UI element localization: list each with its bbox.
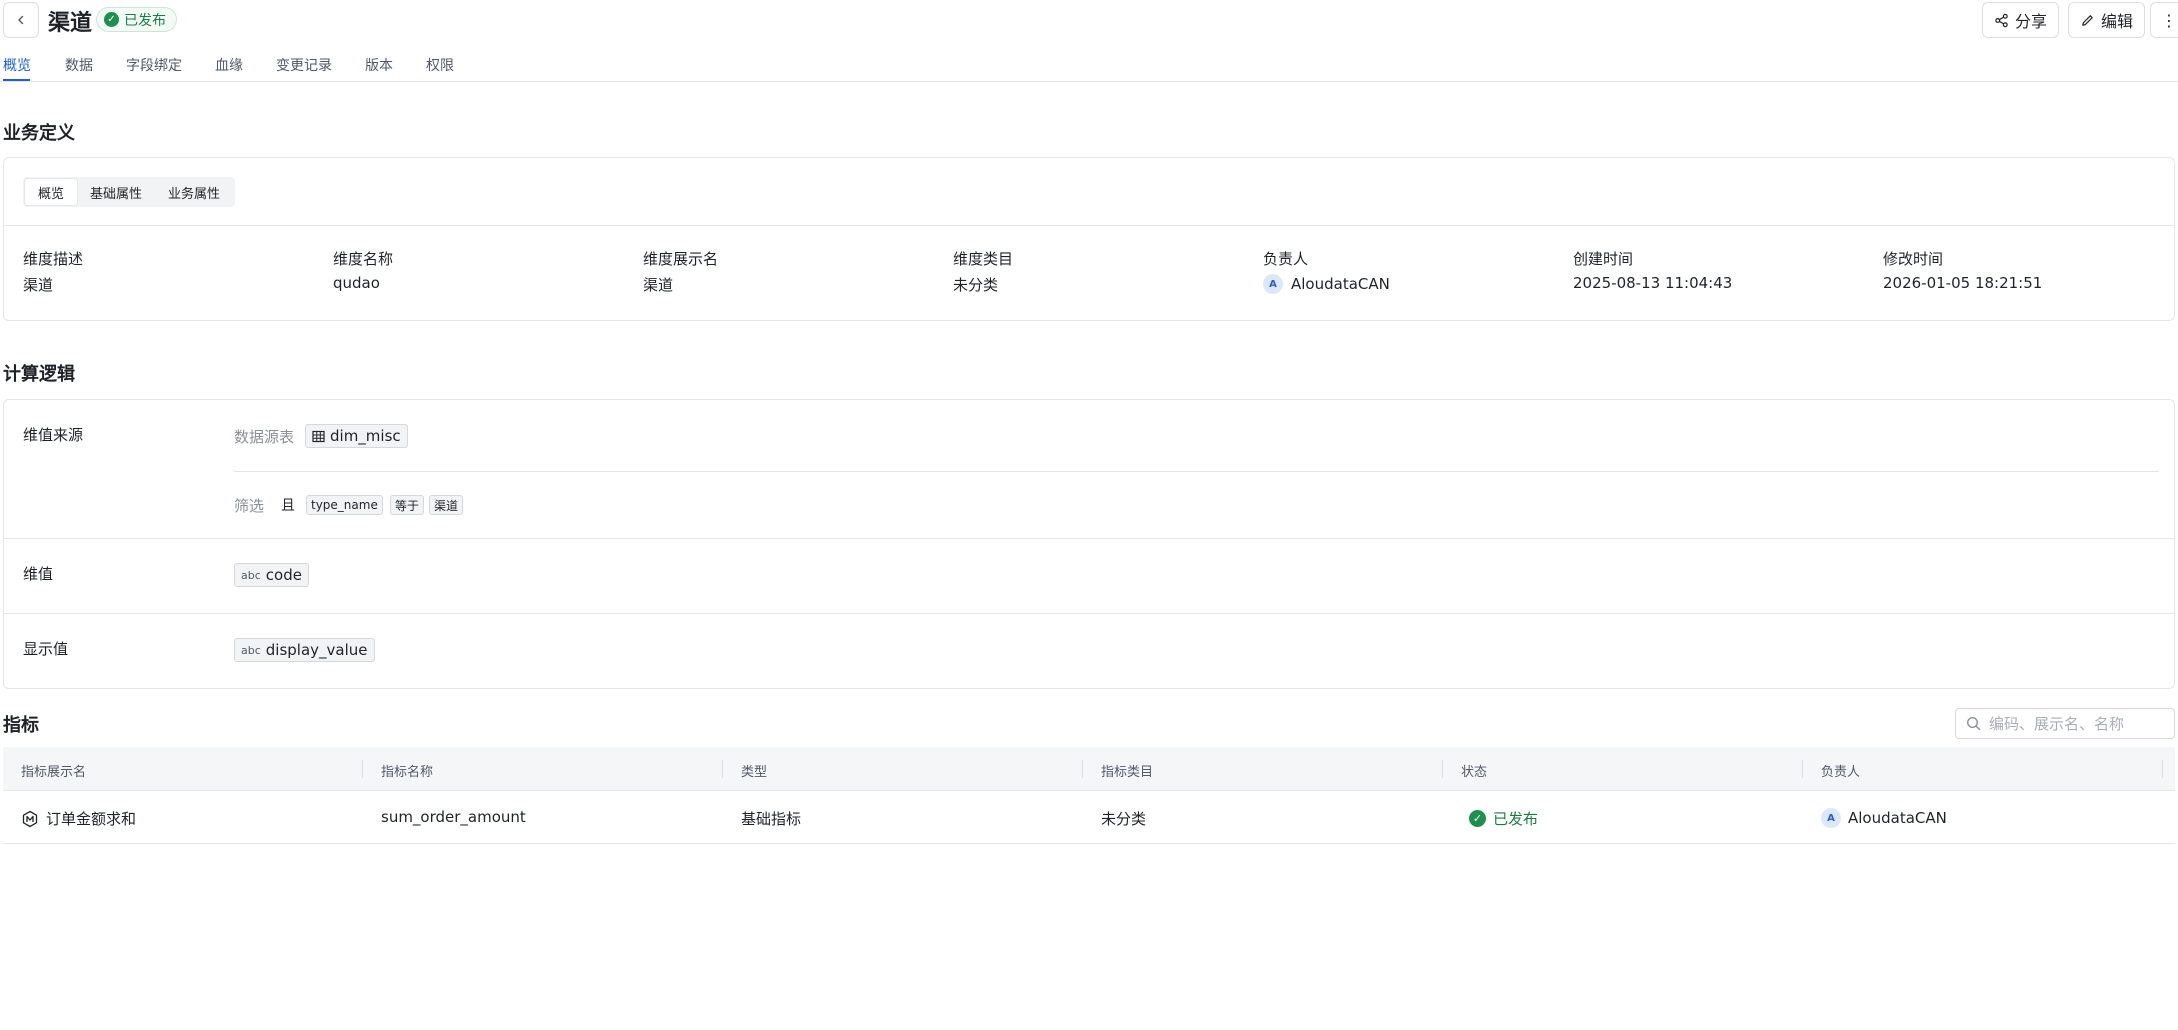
back-button[interactable] (3, 2, 39, 38)
tab-field-binding[interactable]: 字段绑定 (126, 55, 182, 75)
avatar: A (1263, 274, 1283, 294)
string-type-icon: abc (241, 568, 261, 582)
tab-versions[interactable]: 版本 (365, 55, 393, 75)
source-table-chip[interactable]: dim_misc (305, 424, 408, 448)
filter-field-chip[interactable]: type_name (306, 495, 383, 515)
column-resizer[interactable] (2162, 760, 2163, 778)
card-divider (4, 225, 2174, 226)
source-table-name: dim_misc (330, 427, 401, 445)
display-field-name: display_value (265, 641, 368, 659)
column-header[interactable]: 指标类目 (1101, 761, 1153, 780)
check-circle-icon: ✓ (1469, 810, 1486, 827)
more-vertical-icon: ⋮ (2161, 10, 2177, 30)
tab-overview[interactable]: 概览 (3, 55, 31, 75)
metric-name: sum_order_amount (381, 808, 526, 826)
owner-name[interactable]: AloudataCAN (1291, 275, 1390, 293)
table-icon (312, 430, 325, 442)
column-header[interactable]: 指标名称 (381, 761, 433, 780)
row-divider (234, 471, 2159, 472)
subtab-overview[interactable]: 概览 (25, 179, 78, 205)
tab-lineage[interactable]: 血缘 (215, 55, 243, 75)
row-divider (4, 538, 2174, 539)
filter-value-chip[interactable]: 渠道 (429, 495, 464, 515)
chevron-left-icon (18, 15, 24, 25)
check-circle-icon: ✓ (104, 12, 119, 27)
metric-icon (22, 810, 38, 827)
tab-permissions[interactable]: 权限 (426, 55, 454, 75)
column-header[interactable]: 指标展示名 (21, 761, 86, 780)
display-field-chip[interactable]: abc display_value (234, 638, 375, 662)
more-button[interactable]: ⋮ (2150, 2, 2178, 38)
filter-operator-chip[interactable]: 等于 (390, 495, 425, 515)
column-header[interactable]: 类型 (741, 761, 767, 780)
pencil-icon (2082, 14, 2093, 26)
string-type-icon: abc (241, 643, 261, 657)
field-description: 维度描述 渠道 (23, 250, 84, 294)
display-value-label: 显示值 (23, 640, 69, 658)
field-owner: 负责人 A AloudataCAN (1263, 250, 1390, 294)
share-button-label: 分享 (2015, 12, 2048, 31)
source-table-label: 数据源表 (234, 428, 295, 446)
field-name: 维度名称 qudao (333, 250, 394, 292)
avatar: A (1821, 808, 1841, 828)
value-label: 维值 (23, 565, 54, 583)
page-header: 渠道 ✓ 已发布 分享 编辑 ⋮ (0, 0, 2178, 40)
filter-conjunction[interactable]: 且 (276, 495, 300, 515)
metric-type: 基础指标 (741, 810, 802, 828)
metric-owner: A AloudataCAN (1821, 808, 1947, 828)
tab-bar: 概览 数据 字段绑定 血缘 变更记录 版本 权限 (0, 44, 2178, 82)
column-header[interactable]: 负责人 (1821, 761, 1860, 780)
table-row[interactable]: 订单金额求和 sum_order_amount 基础指标 未分类 ✓ 已发布 A… (3, 791, 2175, 844)
tab-change-log[interactable]: 变更记录 (276, 55, 332, 75)
logic-card: 维值来源 数据源表 dim_misc 筛选 且 type_name 等于 渠道 … (3, 399, 2175, 689)
search-icon (1966, 716, 1981, 731)
field-display-name: 维度展示名 渠道 (643, 250, 719, 294)
column-resizer[interactable] (1802, 760, 1803, 778)
edit-button[interactable]: 编辑 (2068, 2, 2146, 38)
field-created-time: 创建时间 2025-08-13 11:04:43 (1573, 250, 1733, 292)
subtab-business-attributes[interactable]: 业务属性 (155, 179, 233, 205)
page-title: 渠道 (48, 11, 93, 36)
column-resizer[interactable] (1082, 760, 1083, 778)
section-title-logic: 计算逻辑 (3, 364, 75, 385)
value-field-name: code (265, 566, 302, 584)
value-field-chip[interactable]: abc code (234, 563, 309, 587)
value-source-label: 维值来源 (23, 426, 84, 444)
row-divider (4, 613, 2174, 614)
metric-display-name[interactable]: 订单金额求和 (46, 808, 136, 829)
metric-category: 未分类 (1101, 810, 1147, 828)
filter-label: 筛选 (234, 497, 265, 515)
field-category: 维度类目 未分类 (953, 250, 1014, 294)
column-header[interactable]: 状态 (1461, 761, 1487, 780)
edit-button-label: 编辑 (2101, 12, 2134, 31)
column-resizer[interactable] (362, 760, 363, 778)
column-resizer[interactable] (722, 760, 723, 778)
column-resizer[interactable] (1442, 760, 1443, 778)
section-title-metrics: 指标 (3, 715, 39, 736)
metric-status-label: 已发布 (1493, 810, 1539, 828)
metric-owner-name[interactable]: AloudataCAN (1848, 809, 1947, 827)
status-badge: ✓ 已发布 (96, 7, 177, 32)
metrics-table-header: 指标展示名 指标名称 类型 指标类目 状态 负责人 (3, 747, 2175, 791)
metrics-search[interactable] (1955, 708, 2175, 739)
share-button[interactable]: 分享 (1982, 2, 2060, 38)
subtab-basic-attributes[interactable]: 基础属性 (77, 179, 155, 205)
status-badge-label: 已发布 (124, 12, 166, 29)
metrics-search-input[interactable] (1989, 714, 2159, 733)
metric-status: ✓ 已发布 (1469, 808, 1538, 829)
tab-data[interactable]: 数据 (65, 55, 93, 75)
share-icon (1995, 13, 2008, 27)
section-title-business: 业务定义 (3, 123, 75, 144)
field-modified-time: 修改时间 2026-01-05 18:21:51 (1883, 250, 2043, 292)
active-tab-indicator (3, 79, 30, 81)
subtab-group: 概览 基础属性 业务属性 (23, 177, 236, 207)
business-card: 概览 基础属性 业务属性 维度描述 渠道 维度名称 qudao 维度展示名 渠道… (3, 157, 2175, 321)
